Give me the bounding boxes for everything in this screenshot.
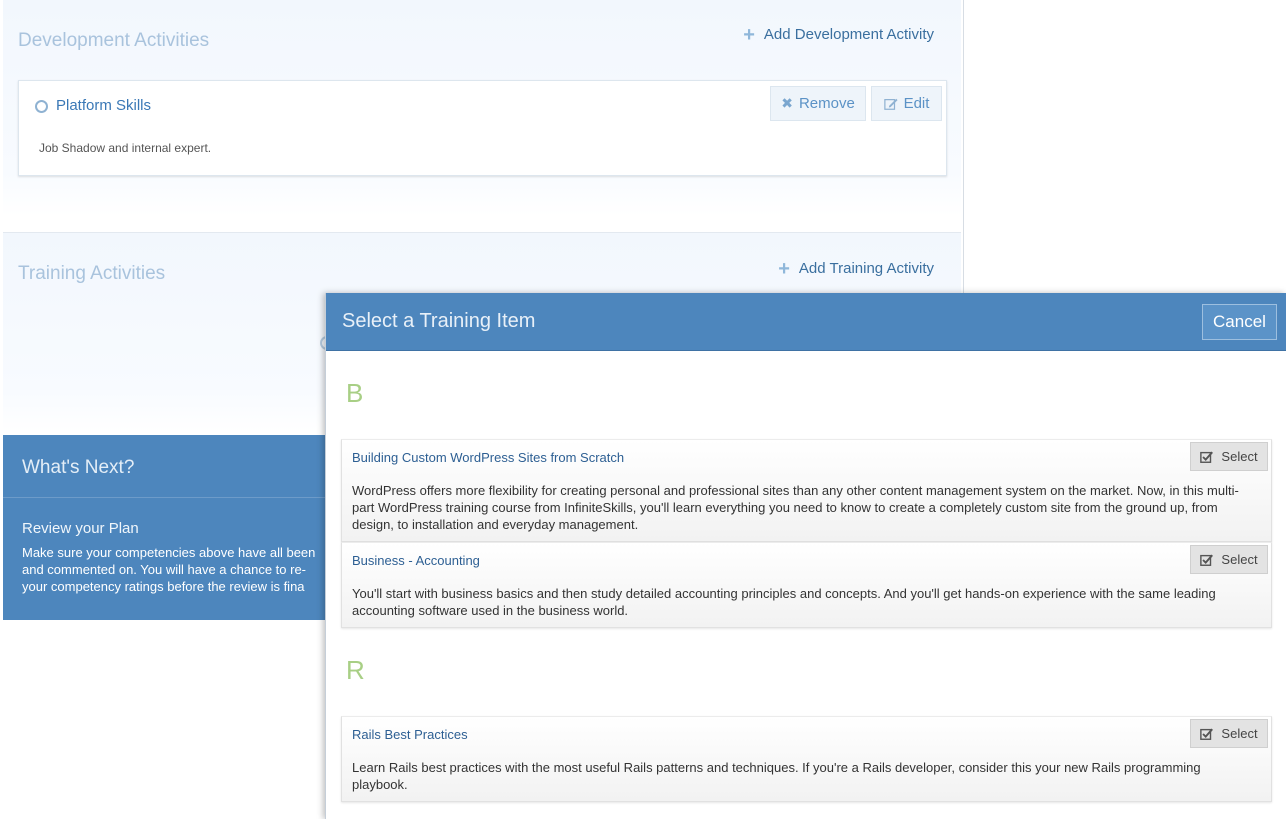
add-development-activity-label: Add Development Activity xyxy=(763,26,934,43)
review-line: your competency ratings before the revie… xyxy=(22,579,305,594)
training-item-description: You'll start with business basics and th… xyxy=(352,586,1216,618)
circle-icon xyxy=(35,100,48,113)
training-item-title[interactable]: Business - Accounting xyxy=(352,553,480,568)
plus-icon: + xyxy=(778,257,790,280)
training-item-description: WordPress offers more flexibility for cr… xyxy=(352,483,1239,532)
modal-title: Select a Training Item xyxy=(342,310,536,332)
training-item-title[interactable]: Building Custom WordPress Sites from Scr… xyxy=(352,450,624,465)
development-activities-section: Development Activities + Add Development… xyxy=(3,0,961,216)
activity-title[interactable]: Platform Skills xyxy=(56,97,151,114)
cancel-button[interactable]: Cancel xyxy=(1202,304,1277,340)
add-training-activity-link[interactable]: + Add Training Activity xyxy=(778,257,934,280)
add-training-activity-label: Add Training Activity xyxy=(798,260,934,277)
modal-header: Select a Training Item Cancel xyxy=(326,293,1286,351)
activity-description: Job Shadow and internal expert. xyxy=(39,141,212,155)
edit-button[interactable]: Edit xyxy=(871,86,942,121)
group-letter: B xyxy=(346,378,364,408)
checkbox-icon xyxy=(1200,728,1214,740)
select-label: Select xyxy=(1221,449,1258,464)
remove-label: Remove xyxy=(798,95,855,112)
select-training-modal: Select a Training Item Cancel B Building… xyxy=(325,293,1286,819)
select-label: Select xyxy=(1221,552,1258,567)
review-plan-text: Make sure your competencies above have a… xyxy=(22,544,342,595)
checkbox-icon xyxy=(1200,451,1214,463)
select-button[interactable]: Select xyxy=(1190,545,1268,574)
training-item: Building Custom WordPress Sites from Scr… xyxy=(341,439,1272,542)
whats-next-title: What's Next? xyxy=(22,457,135,478)
review-plan-title: Review your Plan xyxy=(22,520,139,537)
select-button[interactable]: Select xyxy=(1190,719,1268,748)
training-item-description: Learn Rails best practices with the most… xyxy=(352,760,1201,792)
training-item-title[interactable]: Rails Best Practices xyxy=(352,727,468,742)
remove-button[interactable]: ✖ Remove xyxy=(770,86,866,121)
review-line: Make sure your competencies above have a… xyxy=(22,545,316,560)
select-label: Select xyxy=(1221,726,1258,741)
training-item: Business - Accounting Select You'll star… xyxy=(341,542,1272,628)
edit-label: Edit xyxy=(903,95,930,112)
checkbox-icon xyxy=(1200,554,1214,566)
close-icon: ✖ xyxy=(781,95,793,111)
training-item: Rails Best Practices Select Learn Rails … xyxy=(341,716,1272,802)
section-title: Development Activities xyxy=(18,30,210,51)
select-button[interactable]: Select xyxy=(1190,442,1268,471)
review-line: and commented on. You will have a chance… xyxy=(22,562,307,577)
group-letter: R xyxy=(346,655,365,685)
plus-icon: + xyxy=(743,23,755,46)
edit-icon xyxy=(883,98,898,110)
activity-card: Platform Skills ✖ Remove Edit Job Shadow… xyxy=(18,80,947,176)
section-title: Training Activities xyxy=(18,263,166,284)
add-development-activity-link[interactable]: + Add Development Activity xyxy=(743,23,934,46)
